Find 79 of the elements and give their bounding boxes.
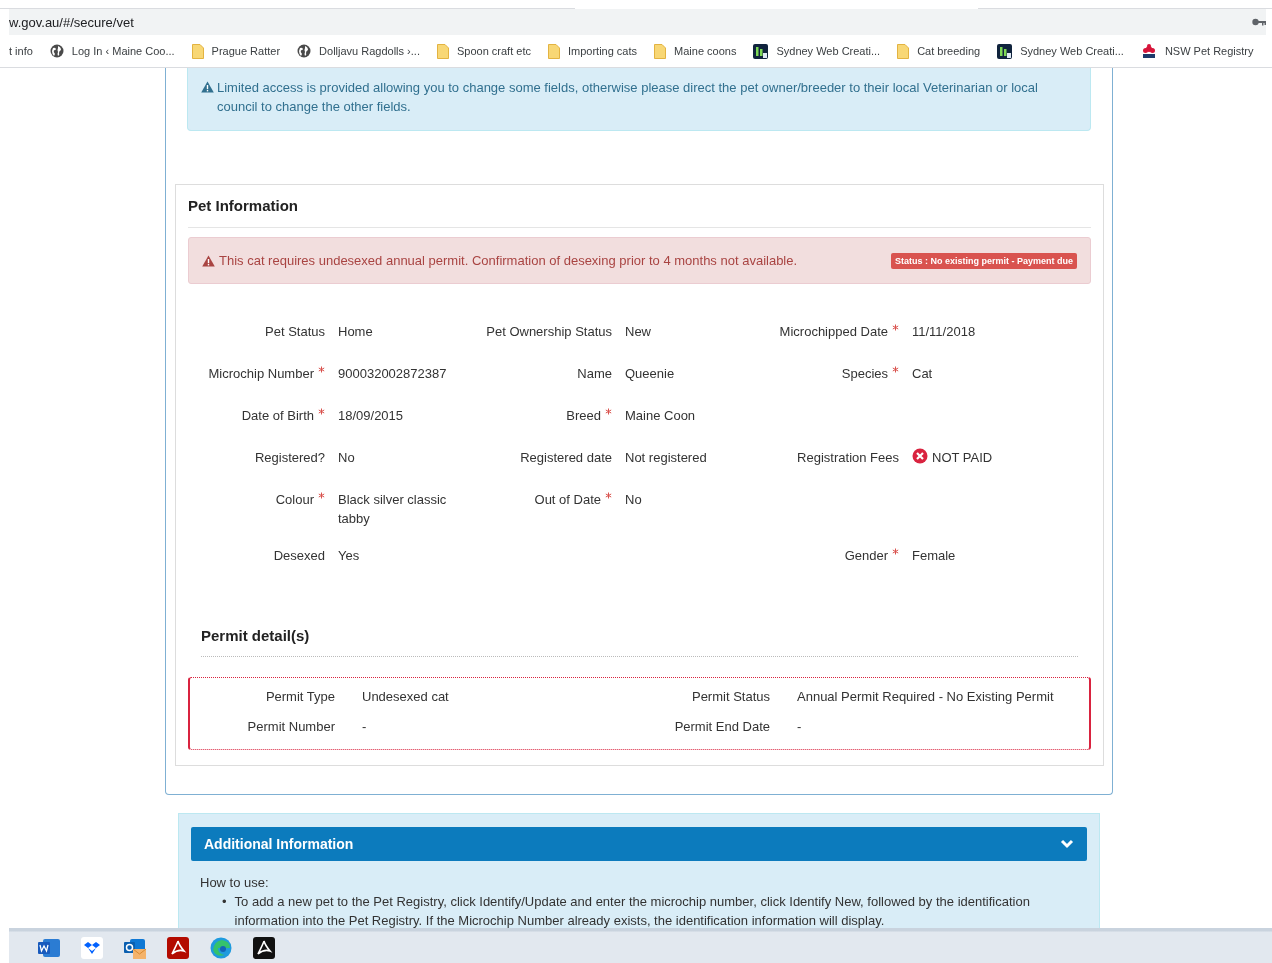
globe-icon (49, 44, 64, 58)
field-value: 900032002872387 (338, 365, 447, 383)
chevron-icon (1060, 839, 1074, 849)
field-value: Black silver classic tabby (338, 491, 448, 528)
field-value: 11/11/2018 (912, 323, 976, 341)
field-value: Home (338, 323, 373, 341)
browser-icon[interactable] (210, 936, 232, 959)
bookmark-link[interactable]: NSW Pet Registry (1164, 45, 1254, 57)
status-badge: Status : No existing permit - Payment due (890, 252, 1077, 269)
accordion-header[interactable]: Additional Information (191, 827, 1087, 861)
field-label: Microchipped Date (779, 323, 888, 341)
field-value: New (625, 323, 651, 341)
bookmark-link[interactable]: Sydney Web Creati... (1020, 45, 1124, 57)
help-text: To add a new pet to the Pet Registry, click Identify/Update and enter the microchip number, click Identify New, followed by the identification information into the Pet Registry. If the Microchip Number already exists, the identification information will display. (234, 893, 1031, 928)
field-value: Yes (338, 547, 360, 565)
pdf-icon[interactable] (253, 936, 275, 959)
field-label: Permit Type (265, 689, 335, 704)
field-label: Permit Status (691, 689, 770, 704)
folder-icon (897, 43, 910, 59)
field-value: Annual Permit Required - No Existing Permit (797, 689, 1054, 704)
bookmark-link[interactable]: t info (9, 45, 33, 57)
field-label: Registered date (520, 449, 612, 467)
error-icon (912, 448, 928, 464)
field-label: Permit Number (247, 719, 335, 734)
field-value: NOT PAID (932, 449, 993, 467)
intro-text: How to use: (200, 874, 270, 892)
warning-icon (201, 81, 214, 93)
field-value: - (797, 719, 802, 734)
field-value: - (362, 719, 367, 734)
word-icon[interactable] (38, 936, 60, 959)
bookmark-link[interactable]: Sydney Web Creati... (776, 45, 881, 57)
bookmark-link[interactable]: Log In ‹ Maine Coo... (71, 45, 175, 57)
field-value: Cat (912, 365, 933, 383)
field-label: Registered? (254, 449, 325, 467)
field-value: No (338, 449, 355, 467)
bookmark-link[interactable]: Maine coons (674, 45, 737, 57)
field-value: Maine Coon (625, 407, 696, 425)
globe-icon (297, 44, 312, 58)
field-value: Queenie (625, 365, 675, 383)
field-label: Registration Fees (797, 449, 899, 467)
field-label: Permit End Date (674, 719, 770, 734)
app-tile-icon (753, 43, 769, 59)
field-value: Undesexed cat (362, 689, 449, 704)
field-label: Microchip Number (208, 365, 314, 383)
warning-icon (202, 254, 215, 267)
field-label: Out of Date (534, 491, 601, 509)
mail-icon[interactable] (124, 936, 146, 959)
folder-icon (654, 43, 667, 59)
folder-icon (191, 43, 204, 59)
field-label: Species (841, 365, 888, 383)
flower-icon (1140, 43, 1157, 59)
dropbox-icon[interactable] (81, 936, 103, 959)
field-value: Not registered (625, 449, 707, 467)
notice-message: Limited access is provided allowing you to change some fields, otherwise please direct the pet owner/breeder to their local Veterinarian or local council to change the other fields. (217, 79, 1039, 116)
field-value: 18/09/2015 (338, 407, 404, 425)
app-tile-icon (997, 43, 1013, 59)
field-label: Name (577, 365, 612, 383)
field-label: Date of Birth (241, 407, 314, 425)
field-label: Colour (275, 491, 314, 509)
pdf-icon[interactable] (167, 936, 189, 959)
field-label: Breed (566, 407, 601, 425)
alert-message: This cat requires undesexed annual permit. Confirmation of desexing prior to 4 months not available. (219, 253, 798, 268)
bookmark-link[interactable]: Cat breeding (917, 45, 981, 57)
bookmark-link[interactable]: Spoon craft etc (456, 45, 531, 57)
field-label: Pet Status (265, 323, 325, 341)
section-title: Pet Information (188, 196, 299, 215)
bookmark-link[interactable]: Importing cats (567, 45, 638, 57)
folder-icon (436, 43, 449, 59)
field-label: Desexed (273, 547, 325, 565)
field-label: Gender (844, 547, 888, 565)
bookmark-link[interactable]: Dolljavu Ragdolls ›... (319, 45, 420, 57)
field-label: Pet Ownership Status (486, 323, 612, 341)
bookmark-link[interactable]: Prague Ratter (211, 45, 281, 57)
section-title: Permit detail(s) (201, 626, 311, 645)
folder-icon (547, 43, 560, 59)
field-value: Female (912, 547, 956, 565)
key-icon (1252, 18, 1266, 26)
bullet-marker: • (222, 893, 227, 911)
field-value: No (625, 491, 642, 509)
